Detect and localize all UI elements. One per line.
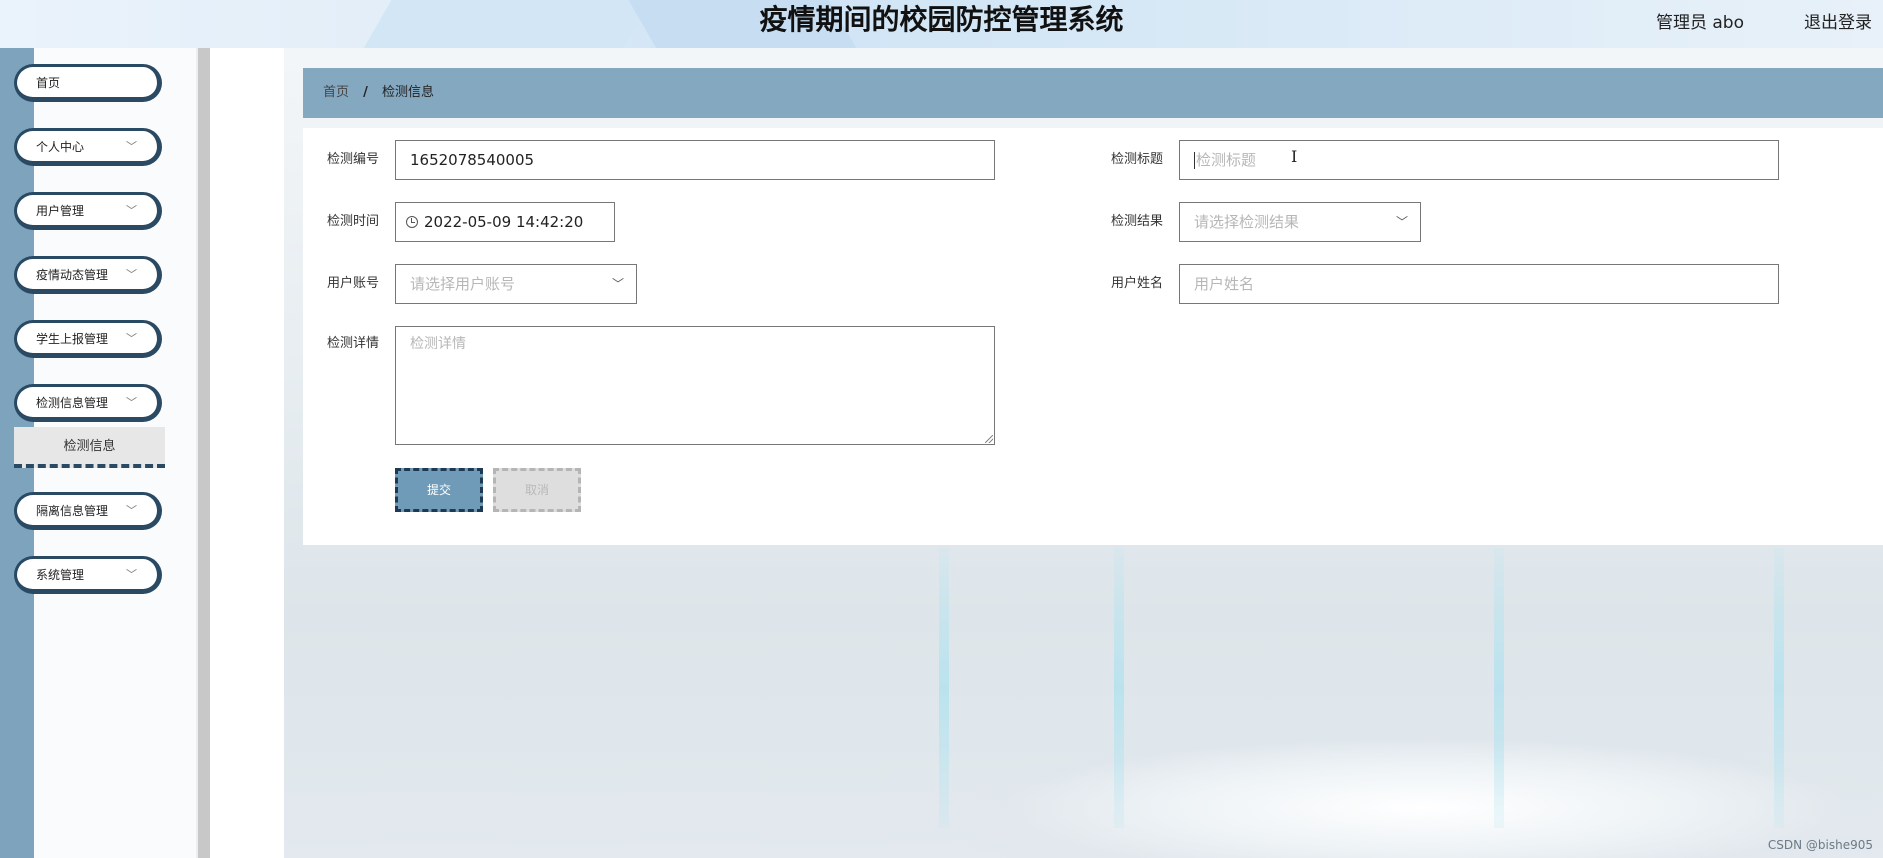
chevron-down-icon: ﹀ [126, 332, 137, 345]
background-pillar [1114, 548, 1124, 828]
user-name-label: 用户姓名 [1111, 276, 1164, 291]
user-name-input[interactable]: 用户姓名 [1179, 264, 1779, 304]
user-name-placeholder: 用户姓名 [1194, 275, 1255, 293]
sidebar-item-label: 首页 [36, 76, 61, 90]
top-header: 疫情期间的校园防控管理系统 管理员 abo 退出登录 [0, 0, 1883, 48]
test-time-label: 检测时间 [327, 214, 380, 229]
sidebar-subitem-test-info[interactable]: 检测信息 [14, 427, 165, 468]
sidebar-item-user-management[interactable]: 用户管理 ﹀ [14, 192, 162, 230]
test-time-value: 2022-05-09 14:42:20 [424, 213, 584, 231]
chevron-down-icon: ﹀ [126, 140, 137, 153]
test-title-placeholder: 检测标题 [1196, 151, 1257, 169]
sidebar-item-label: 检测信息管理 [36, 396, 109, 410]
user-account-label: 用户账号 [327, 276, 380, 291]
sidebar-item-isolation-management[interactable]: 隔离信息管理 ﹀ [14, 492, 162, 530]
test-title-input[interactable]: 检测标题 [1179, 140, 1779, 180]
sidebar-item-label: 系统管理 [36, 568, 85, 582]
test-detail-label: 检测详情 [327, 336, 380, 351]
sidebar-item-personal-center[interactable]: 个人中心 ﹀ [14, 128, 162, 166]
sidebar-item-student-report[interactable]: 学生上报管理 ﹀ [14, 320, 162, 358]
sidebar-item-label: 隔离信息管理 [36, 504, 109, 518]
test-time-picker[interactable]: 2022-05-09 14:42:20 [395, 202, 615, 242]
sidebar-item-label: 疫情动态管理 [36, 268, 109, 282]
chevron-down-icon: ﹀ [126, 396, 137, 409]
sidebar-item-epidemic-news[interactable]: 疫情动态管理 ﹀ [14, 256, 162, 294]
chevron-down-icon: ﹀ [1395, 215, 1408, 229]
test-result-select[interactable]: 请选择检测结果 ﹀ [1179, 202, 1421, 242]
breadcrumb-home-link[interactable]: 首页 [323, 85, 349, 100]
sidebar-item-test-info-management[interactable]: 检测信息管理 ﹀ [14, 384, 162, 422]
chevron-down-icon: ﹀ [126, 504, 137, 517]
breadcrumb: 首页 / 检测信息 [303, 68, 1883, 118]
chevron-down-icon: ﹀ [126, 568, 137, 581]
test-no-value: 1652078540005 [410, 151, 535, 169]
user-account-placeholder: 请选择用户账号 [410, 275, 516, 293]
submit-button[interactable]: 提交 [395, 468, 483, 512]
cancel-button[interactable]: 取消 [493, 468, 581, 512]
sidebar-item-system-management[interactable]: 系统管理 ﹀ [14, 556, 162, 594]
background-pillar [939, 548, 949, 828]
test-detail-placeholder: 检测详情 [410, 336, 466, 352]
test-result-label: 检测结果 [1111, 214, 1164, 229]
user-account-select[interactable]: 请选择用户账号 ﹀ [395, 264, 637, 304]
text-cursor-icon: I [1291, 147, 1298, 166]
resize-handle-icon[interactable] [985, 435, 993, 443]
background-pillar [1774, 548, 1784, 828]
test-no-input[interactable]: 1652078540005 [395, 140, 995, 180]
breadcrumb-current: 检测信息 [382, 85, 435, 100]
clock-icon [406, 215, 418, 228]
chevron-down-icon: ﹀ [126, 268, 137, 281]
sidebar-item-label: 个人中心 [36, 140, 85, 154]
text-caret [1194, 152, 1195, 169]
test-no-label: 检测编号 [327, 152, 380, 167]
content-gutter [210, 48, 284, 858]
test-result-placeholder: 请选择检测结果 [1194, 213, 1300, 231]
sidebar-item-home[interactable]: 首页 [14, 64, 162, 102]
background-pillar [1494, 548, 1504, 828]
chevron-down-icon: ﹀ [126, 204, 137, 217]
test-title-label: 检测标题 [1111, 152, 1164, 167]
watermark: CSDN @bishe905 [1767, 838, 1873, 852]
sidebar-item-label: 用户管理 [36, 204, 85, 218]
app-title: 疫情期间的校园防控管理系统 [759, 3, 1124, 36]
sidebar-item-label: 学生上报管理 [36, 332, 109, 346]
chevron-down-icon: ﹀ [611, 277, 624, 291]
breadcrumb-separator: / [363, 85, 368, 100]
logout-button[interactable]: 退出登录 [1804, 8, 1872, 33]
admin-user-label: 管理员 abo [1655, 13, 1744, 33]
test-detail-textarea[interactable]: 检测详情 [395, 326, 995, 445]
